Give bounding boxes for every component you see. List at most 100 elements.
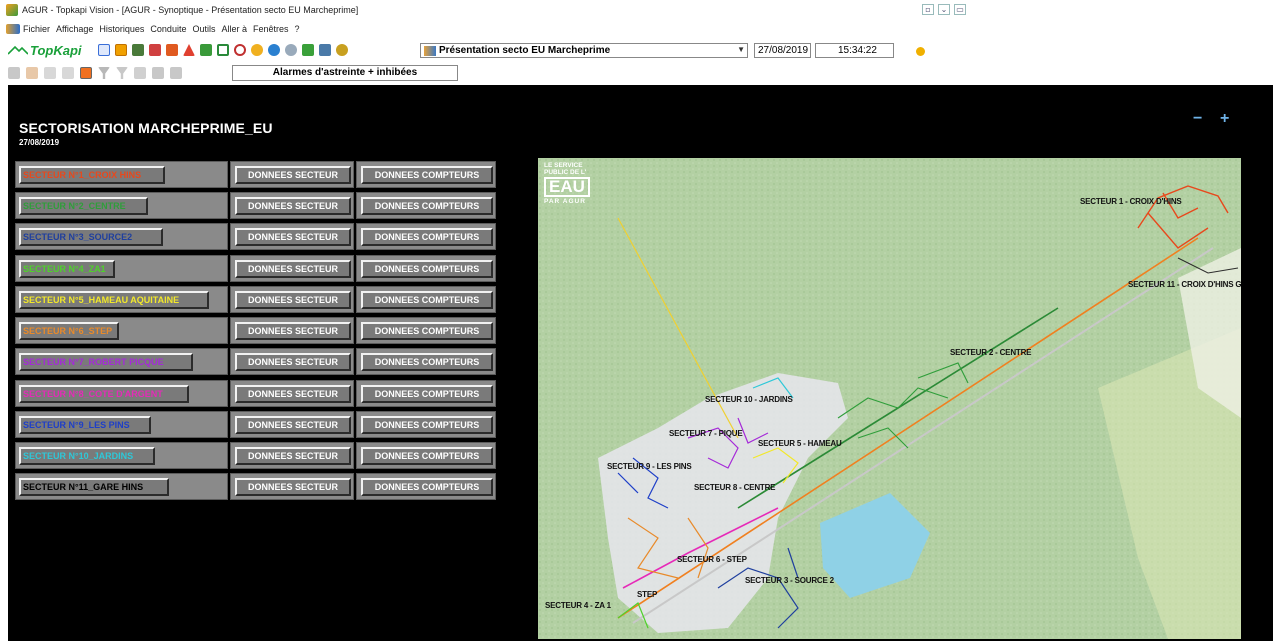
forward-icon[interactable] xyxy=(285,44,297,56)
menu-fenetres[interactable]: Fenêtres xyxy=(253,24,289,34)
sector-data-cell: DONNEES SECTEUR xyxy=(230,192,354,219)
pin-icon[interactable] xyxy=(149,44,161,56)
sector-button-8[interactable]: SECTEUR N°8_COTE D'ARGENT xyxy=(19,385,189,403)
zoom-in-button[interactable]: + xyxy=(1220,110,1229,128)
menu-fichier[interactable]: Fichier xyxy=(23,24,50,34)
brand-text: TopKapi xyxy=(30,42,82,58)
map-label-sector-6: SECTEUR 6 - STEP xyxy=(677,555,747,564)
restore-icon[interactable]: ▫ xyxy=(922,4,934,15)
menu-conduite[interactable]: Conduite xyxy=(150,24,186,34)
arrow-left-icon[interactable] xyxy=(170,67,182,79)
alarm-toolbar: Alarmes d'astreinte + inhibées xyxy=(0,63,1273,83)
sector-button-1[interactable]: SECTEUR N°1_CROIX HINS xyxy=(19,166,165,184)
sector-data-cell: DONNEES SECTEUR xyxy=(230,348,354,375)
sector-data-button[interactable]: DONNEES SECTEUR xyxy=(235,228,351,246)
synoptic-view: SECTORISATION MARCHEPRIME_EU 27/08/2019 … xyxy=(8,85,1273,641)
sector-button-9[interactable]: SECTEUR N°9_LES PINS xyxy=(19,416,151,434)
zoom-icon[interactable] xyxy=(234,44,246,56)
menu-historiques[interactable]: Historiques xyxy=(99,24,144,34)
date-field[interactable]: 27/08/2019 xyxy=(754,43,811,58)
menu-outils[interactable]: Outils xyxy=(192,24,215,34)
sector-data-button[interactable]: DONNEES SECTEUR xyxy=(235,197,351,215)
time-field[interactable]: 15:34:22 xyxy=(815,43,894,58)
meters-data-button[interactable]: DONNEES COMPTEURS xyxy=(361,478,493,496)
sun-icon[interactable] xyxy=(115,44,127,56)
meters-data-button[interactable]: DONNEES COMPTEURS xyxy=(361,322,493,340)
map-label-sector-8: SECTEUR 8 - CENTRE xyxy=(694,483,776,492)
sector-data-cell: DONNEES SECTEUR xyxy=(230,286,354,313)
sector-data-button[interactable]: DONNEES SECTEUR xyxy=(235,416,351,434)
meters-data-cell: DONNEES COMPTEURS xyxy=(356,317,496,344)
info-icon[interactable] xyxy=(916,47,925,56)
menu-aller-a[interactable]: Aller à xyxy=(221,24,247,34)
sector-data-cell: DONNEES SECTEUR xyxy=(230,161,354,188)
meters-data-cell: DONNEES COMPTEURS xyxy=(356,411,496,438)
meters-data-cell: DONNEES COMPTEURS xyxy=(356,473,496,500)
meters-data-button[interactable]: DONNEES COMPTEURS xyxy=(361,228,493,246)
monitor-icon[interactable]: ▭ xyxy=(954,4,966,15)
chevron-down-icon[interactable]: ⌄ xyxy=(938,4,950,15)
sector-cell: SECTEUR N°1_CROIX HINS xyxy=(15,161,228,188)
warning-icon[interactable] xyxy=(183,44,195,56)
sector-data-button[interactable]: DONNEES SECTEUR xyxy=(235,353,351,371)
paste-icon[interactable] xyxy=(62,67,74,79)
sector-data-cell: DONNEES SECTEUR xyxy=(230,473,354,500)
sector-cell: SECTEUR N°7_ROBERT PICQUE xyxy=(15,348,228,375)
sector-data-button[interactable]: DONNEES SECTEUR xyxy=(235,322,351,340)
sector-button-3[interactable]: SECTEUR N°3_SOURCE2 xyxy=(19,228,163,246)
sector-row: SECTEUR N°7_ROBERT PICQUE DONNEES SECTEUR… xyxy=(15,348,503,375)
sector-button-10[interactable]: SECTEUR N°10_JARDINS xyxy=(19,447,155,465)
sector-data-button[interactable]: DONNEES SECTEUR xyxy=(235,166,351,184)
sector-data-cell: DONNEES SECTEUR xyxy=(230,255,354,282)
sector-button-6[interactable]: SECTEUR N°6_STEP xyxy=(19,322,119,340)
hand-icon[interactable] xyxy=(251,44,263,56)
copy-icon[interactable] xyxy=(44,67,56,79)
meters-data-cell: DONNEES COMPTEURS xyxy=(356,380,496,407)
settings-icon[interactable] xyxy=(336,44,348,56)
alarm-filter-field[interactable]: Alarmes d'astreinte + inhibées xyxy=(232,65,458,81)
view-selector[interactable]: Présentation secto EU Marcheprime ▼ xyxy=(420,43,748,58)
alarm-warning-icon[interactable] xyxy=(80,67,92,79)
map-label-sector-2: SECTEUR 2 - CENTRE xyxy=(950,348,1032,357)
meters-data-button[interactable]: DONNEES COMPTEURS xyxy=(361,260,493,278)
sector-data-button[interactable]: DONNEES SECTEUR xyxy=(235,260,351,278)
zoom-out-button[interactable]: − xyxy=(1193,110,1202,128)
sector-data-button[interactable]: DONNEES SECTEUR xyxy=(235,478,351,496)
sector-data-button[interactable]: DONNEES SECTEUR xyxy=(235,291,351,309)
filter-icon[interactable] xyxy=(98,67,110,79)
sector-button-7[interactable]: SECTEUR N°7_ROBERT PICQUE xyxy=(19,353,193,371)
sector-button-4[interactable]: SECTEUR N°4_ZA1 xyxy=(19,260,115,278)
meters-data-button[interactable]: DONNEES COMPTEURS xyxy=(361,166,493,184)
sector-button-2[interactable]: SECTEUR N°2_CENTRE xyxy=(19,197,148,215)
meters-data-button[interactable]: DONNEES COMPTEURS xyxy=(361,197,493,215)
truck-icon[interactable] xyxy=(200,44,212,56)
sector-data-cell: DONNEES SECTEUR xyxy=(230,223,354,250)
sector-data-button[interactable]: DONNEES SECTEUR xyxy=(235,447,351,465)
columns-icon[interactable] xyxy=(134,67,146,79)
sector-cell: SECTEUR N°11_GARE HINS xyxy=(15,473,228,500)
sector-button-11[interactable]: SECTEUR N°11_GARE HINS xyxy=(19,478,169,496)
menu-bar: Fichier Affichage Historiques Conduite O… xyxy=(0,20,1273,37)
meters-data-button[interactable]: DONNEES COMPTEURS xyxy=(361,353,493,371)
meters-data-button[interactable]: DONNEES COMPTEURS xyxy=(361,447,493,465)
menu-help[interactable]: ? xyxy=(295,24,300,34)
meters-data-button[interactable]: DONNEES COMPTEURS xyxy=(361,385,493,403)
trash-icon[interactable] xyxy=(319,44,331,56)
print-icon[interactable] xyxy=(132,44,144,56)
alarm-list-icon[interactable] xyxy=(26,67,38,79)
menu-affichage[interactable]: Affichage xyxy=(56,24,93,34)
window-icon[interactable] xyxy=(217,44,229,56)
back-icon[interactable] xyxy=(268,44,280,56)
chevron-down-icon[interactable]: ▼ xyxy=(737,45,745,54)
sector-map[interactable]: LE SERVICE PUBLIC DE L' EAU PAR AGUR SEC… xyxy=(538,158,1241,639)
filter-clear-icon[interactable] xyxy=(116,67,128,79)
pencil-icon[interactable] xyxy=(8,67,20,79)
sector-button-5[interactable]: SECTEUR N°5_HAMEAU AQUITAINE xyxy=(19,291,209,309)
meters-data-button[interactable]: DONNEES COMPTEURS xyxy=(361,291,493,309)
sector-data-button[interactable]: DONNEES SECTEUR xyxy=(235,385,351,403)
layout-icon[interactable] xyxy=(98,44,110,56)
arrow-right-icon[interactable] xyxy=(152,67,164,79)
tree-icon[interactable] xyxy=(302,44,314,56)
meters-data-button[interactable]: DONNEES COMPTEURS xyxy=(361,416,493,434)
grid-icon[interactable] xyxy=(166,44,178,56)
